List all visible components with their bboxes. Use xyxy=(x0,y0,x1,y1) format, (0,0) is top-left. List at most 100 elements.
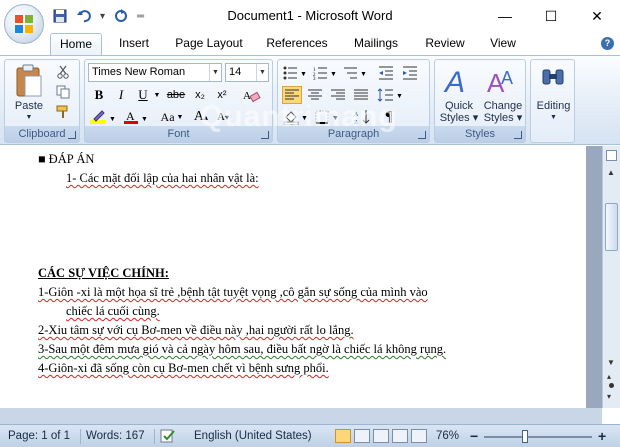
proofing-icon[interactable] xyxy=(160,429,176,444)
svg-text:3: 3 xyxy=(313,77,316,80)
scroll-up-icon[interactable]: ▲ xyxy=(607,168,615,177)
change-case-label: Aa xyxy=(160,109,175,124)
close-button[interactable]: ✕ xyxy=(574,0,620,32)
document-page[interactable]: ■ ĐÁP ÁN 1- Các mặt đối lập của hai nhân … xyxy=(0,146,586,408)
align-right-button[interactable] xyxy=(328,86,348,104)
document-line-text: 1-Giôn -xi là một họa sĩ trẻ ,bệnh tật t… xyxy=(38,285,428,299)
paste-dropdown-icon: ▼ xyxy=(25,114,33,121)
page-count-status[interactable]: Page: 1 of 1 xyxy=(8,429,70,444)
font-group-label: Font xyxy=(85,126,272,142)
document-line[interactable]: 3-Sau một đêm mưa gió và cả ngày hôm sau… xyxy=(38,340,578,359)
document-line[interactable]: 1-Giôn -xi là một họa sĩ trẻ ,bệnh tật t… xyxy=(38,283,578,302)
align-center-button[interactable] xyxy=(305,86,325,104)
multilevel-list-button[interactable]: ▼ xyxy=(342,64,368,82)
copy-icon[interactable] xyxy=(55,84,71,100)
font-size-select[interactable]: 14 ▼ xyxy=(225,63,269,82)
tab-insert[interactable]: Insert xyxy=(110,33,158,55)
underline-dropdown-icon[interactable]: ▼ xyxy=(152,86,162,104)
document-line[interactable]: ■ ĐÁP ÁN xyxy=(38,150,578,169)
change-styles-label-line1: Change xyxy=(483,100,523,112)
change-styles-button[interactable]: A A Change Styles ▾ xyxy=(481,62,525,126)
word-count-status[interactable]: Words: 167 xyxy=(86,429,145,444)
font-color-button[interactable]: A ▼ xyxy=(122,108,152,126)
scroll-thumb[interactable] xyxy=(605,203,618,251)
format-painter-icon[interactable] xyxy=(55,104,71,120)
change-case-button[interactable]: Aa ▼ xyxy=(157,108,187,126)
down-triangle-icon: ▾ xyxy=(224,112,229,122)
borders-button[interactable]: ▼ xyxy=(314,108,342,126)
clipboard-launcher-icon[interactable] xyxy=(68,131,76,139)
grow-font-button[interactable]: A ▴ xyxy=(191,108,211,126)
tab-home[interactable]: Home xyxy=(50,33,102,55)
tab-references[interactable]: References xyxy=(262,33,332,55)
font-launcher-icon[interactable] xyxy=(261,131,269,139)
line-spacing-button[interactable]: ▼ xyxy=(376,86,404,104)
tab-mailings[interactable]: Mailings xyxy=(347,33,405,55)
bold-button[interactable]: B xyxy=(90,86,108,104)
quick-styles-icon: A xyxy=(443,66,465,96)
superscript-button[interactable]: x² xyxy=(213,86,231,104)
document-line[interactable] xyxy=(38,188,578,207)
web-layout-view-icon[interactable] xyxy=(373,429,389,443)
language-status[interactable]: English (United States) xyxy=(194,429,312,444)
font-name-select[interactable]: Times New Roman ▼ xyxy=(88,63,222,82)
print-layout-view-icon[interactable] xyxy=(335,429,351,443)
document-line[interactable]: 2-Xiu tâm sự với cụ Bơ-men về điều này ,… xyxy=(38,321,578,340)
svg-text:▼: ▼ xyxy=(109,115,116,123)
maximize-button[interactable]: ☐ xyxy=(528,0,574,32)
document-line[interactable] xyxy=(38,245,578,264)
align-left-button[interactable] xyxy=(282,86,302,104)
paint-bucket-icon: ▼ xyxy=(283,111,308,125)
tab-view[interactable]: View xyxy=(483,33,523,55)
previous-page-icon[interactable]: ▴ xyxy=(607,372,611,381)
show-formatting-marks-button[interactable]: ¶ xyxy=(378,108,400,126)
zoom-level[interactable]: 76% xyxy=(436,429,459,444)
draft-view-icon[interactable] xyxy=(411,429,427,443)
strikethrough-button[interactable]: abe xyxy=(165,86,187,104)
editing-group[interactable]: Editing ▼ xyxy=(530,59,575,143)
highlight-button[interactable]: ▼ xyxy=(88,108,120,126)
document-line[interactable]: chiếc lá cuối cùng. xyxy=(38,302,578,321)
minimize-button[interactable]: — xyxy=(482,0,528,32)
shrink-font-button[interactable]: A ▾ xyxy=(213,108,233,126)
select-browse-object-icon[interactable] xyxy=(609,383,614,388)
shading-button[interactable]: ▼ xyxy=(282,108,310,126)
document-line[interactable]: 1- Các mặt đối lập của hai nhân vật là: xyxy=(38,169,578,188)
document-body[interactable]: ■ ĐÁP ÁN 1- Các mặt đối lập của hai nhân … xyxy=(38,150,578,378)
document-line[interactable] xyxy=(38,226,578,245)
zoom-slider[interactable] xyxy=(484,430,592,443)
increase-indent-button[interactable] xyxy=(400,64,420,82)
tab-page-layout[interactable]: Page Layout xyxy=(170,33,248,55)
cut-icon[interactable] xyxy=(55,64,71,80)
italic-button[interactable]: I xyxy=(112,86,130,104)
zoom-slider-thumb[interactable] xyxy=(522,430,528,443)
document-line[interactable]: CÁC SỰ VIỆC CHÍNH: xyxy=(38,264,578,283)
help-icon[interactable]: ? xyxy=(601,37,614,50)
underline-button[interactable]: U xyxy=(134,86,152,104)
ruler-toggle-icon[interactable] xyxy=(606,150,617,161)
editing-label: Editing xyxy=(536,100,571,112)
justify-button[interactable] xyxy=(351,86,371,104)
tab-review[interactable]: Review xyxy=(420,33,470,55)
vertical-scrollbar[interactable]: ▲ ▼ ▴ ▾ xyxy=(602,146,620,408)
zoom-out-button[interactable]: − xyxy=(470,429,478,444)
paragraph-launcher-icon[interactable] xyxy=(418,131,426,139)
bullets-button[interactable]: ▼ xyxy=(282,64,308,82)
full-screen-reading-view-icon[interactable] xyxy=(354,429,370,443)
zoom-in-button[interactable]: + xyxy=(598,429,606,444)
document-line[interactable]: 4-Giôn-xi đã sống còn cụ Bơ-men chết vì … xyxy=(38,359,578,378)
styles-launcher-icon[interactable] xyxy=(514,131,522,139)
quick-styles-button[interactable]: A Quick Styles ▾ xyxy=(437,62,481,126)
paste-button[interactable]: Paste ▼ xyxy=(9,62,49,122)
numbering-button[interactable]: 1 2 3 ▼ xyxy=(312,64,338,82)
outline-view-icon[interactable] xyxy=(392,429,408,443)
sort-button[interactable]: AZ xyxy=(352,108,374,126)
subscript-button[interactable]: x₂ xyxy=(191,86,209,104)
office-button[interactable] xyxy=(4,4,44,44)
scroll-down-icon[interactable]: ▼ xyxy=(607,358,615,367)
decrease-indent-button[interactable] xyxy=(376,64,396,82)
document-line[interactable] xyxy=(38,207,578,226)
eraser-icon: A xyxy=(243,90,261,103)
next-page-icon[interactable]: ▾ xyxy=(607,392,611,401)
clear-formatting-button[interactable]: A xyxy=(235,86,269,104)
